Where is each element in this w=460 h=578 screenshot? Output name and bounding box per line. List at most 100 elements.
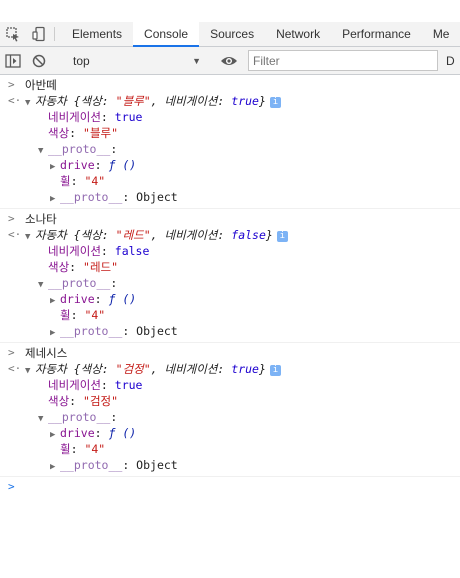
property-row[interactable]: ▶ __proto__: Object (0, 323, 460, 339)
input-prompt-icon: > (8, 346, 15, 359)
property-value: Object (136, 458, 178, 472)
property-value: "블루" (83, 126, 119, 140)
object-class-name: 자동차 (35, 362, 67, 376)
comma: , (150, 228, 165, 242)
tab-label: Elements (72, 27, 123, 41)
colon: : (69, 394, 84, 408)
property-key: drive (60, 426, 95, 440)
property-value: Object (136, 190, 178, 204)
preview-key: 네비게이션 (164, 94, 218, 108)
console-prompt[interactable]: > (0, 477, 460, 495)
device-toolbar-icon[interactable] (26, 22, 52, 46)
property-key: __proto__ (48, 410, 111, 424)
property-row[interactable]: ▶ drive: ƒ () (0, 291, 460, 307)
context-label: top (73, 53, 90, 68)
property-row: 색상: "블루" (0, 125, 460, 141)
comma: , (150, 362, 165, 376)
info-icon[interactable]: i (269, 365, 281, 376)
object-class-name: 자동차 (35, 94, 67, 108)
property-row[interactable]: ▶ drive: ƒ () (0, 425, 460, 441)
property-row[interactable]: ▶ drive: ƒ () (0, 157, 460, 173)
input-line: > 소나타 (0, 211, 460, 227)
property-key: 색상 (48, 260, 70, 274)
property-key: 휠 (60, 308, 71, 322)
property-row: 네비게이션: true (0, 109, 460, 125)
preview-value: true (231, 362, 259, 376)
tab-label: Network (276, 27, 321, 41)
console-entry: > 아반떼 <· ▼ 자동차 {색상: "블루", 네비게이션: true} i 네… (0, 75, 460, 209)
colon: : (69, 126, 84, 140)
property-key: 휠 (60, 442, 71, 456)
property-key: __proto__ (60, 324, 123, 338)
live-expression-eye-icon[interactable] (216, 55, 242, 67)
colon: : (101, 94, 116, 108)
inspect-element-icon[interactable] (0, 22, 26, 46)
property-key: drive (60, 158, 95, 172)
colon: : (110, 276, 118, 290)
property-value: "4" (84, 308, 106, 322)
default-levels-dropdown[interactable]: D (446, 54, 455, 68)
proto-row[interactable]: ▼ __proto__: (0, 409, 460, 425)
preview-key: 색상 (80, 228, 102, 242)
info-icon[interactable]: i (269, 97, 281, 108)
result-line[interactable]: <· ▼ 자동차 {색상: "검정", 네비게이션: true} i (0, 361, 460, 377)
input-prompt-icon: > (8, 78, 15, 91)
devtools-tabbar: Elements Console Sources Network Perform… (0, 22, 460, 47)
colon: : (70, 442, 85, 456)
property-key: 네비게이션 (48, 244, 101, 258)
property-row: 네비게이션: true (0, 377, 460, 393)
tab-memory[interactable]: Me (422, 22, 450, 46)
property-row: 네비게이션: false (0, 243, 460, 259)
property-row: 색상: "레드" (0, 259, 460, 275)
collapse-triangle-icon[interactable]: ▶ (50, 459, 60, 475)
colon: : (110, 142, 118, 156)
proto-row[interactable]: ▼ __proto__: (0, 275, 460, 291)
filter-input[interactable] (248, 50, 438, 71)
colon: : (217, 362, 232, 376)
colon: : (217, 94, 232, 108)
colon: : (100, 378, 115, 392)
console-entry: > 소나타 <· ▼ 자동차 {색상: "레드", 네비게이션: false} i … (0, 209, 460, 343)
property-key: 네비게이션 (48, 378, 101, 392)
input-prompt-icon: > (8, 212, 15, 225)
preview-value: true (231, 94, 259, 108)
info-icon[interactable]: i (276, 231, 288, 242)
brace-open: { (66, 228, 81, 242)
brace-close: } (258, 362, 266, 376)
tab-sources[interactable]: Sources (199, 22, 265, 46)
collapse-triangle-icon[interactable]: ▶ (50, 325, 60, 341)
preview-value: "레드" (115, 228, 151, 242)
property-row[interactable]: ▶ __proto__: Object (0, 457, 460, 473)
context-selector[interactable]: top ▼ (67, 51, 207, 71)
property-value: true (114, 378, 143, 392)
result-line[interactable]: <· ▼ 자동차 {색상: "블루", 네비게이션: true} i (0, 93, 460, 109)
colon: : (217, 228, 232, 242)
preview-key: 네비게이션 (164, 362, 218, 376)
tab-performance[interactable]: Performance (331, 22, 422, 46)
colon: : (69, 260, 84, 274)
result-marker-icon: <· (8, 362, 22, 375)
toolbar-divider (54, 27, 55, 41)
preview-key: 네비게이션 (164, 228, 218, 242)
colon: : (101, 362, 116, 376)
clear-console-icon[interactable] (26, 54, 52, 68)
property-key: __proto__ (60, 458, 123, 472)
proto-row[interactable]: ▼ __proto__: (0, 141, 460, 157)
tab-label: Console (144, 27, 189, 41)
result-line[interactable]: <· ▼ 자동차 {색상: "레드", 네비게이션: false} i (0, 227, 460, 243)
input-expression: 소나타 (25, 212, 57, 226)
preview-key: 색상 (80, 362, 102, 376)
preview-value: "검정" (115, 362, 151, 376)
brace-close: } (258, 94, 266, 108)
colon: : (122, 458, 137, 472)
tab-label: Me (432, 27, 450, 41)
property-value: "4" (84, 174, 106, 188)
tab-label: Sources (210, 27, 255, 41)
tab-console[interactable]: Console (133, 22, 200, 47)
property-row[interactable]: ▶ __proto__: Object (0, 189, 460, 205)
tab-elements[interactable]: Elements (61, 22, 133, 46)
property-row: 색상: "검정" (0, 393, 460, 409)
tab-network[interactable]: Network (265, 22, 331, 46)
sidebar-toggle-icon[interactable] (0, 53, 26, 68)
collapse-triangle-icon[interactable]: ▶ (50, 191, 60, 207)
